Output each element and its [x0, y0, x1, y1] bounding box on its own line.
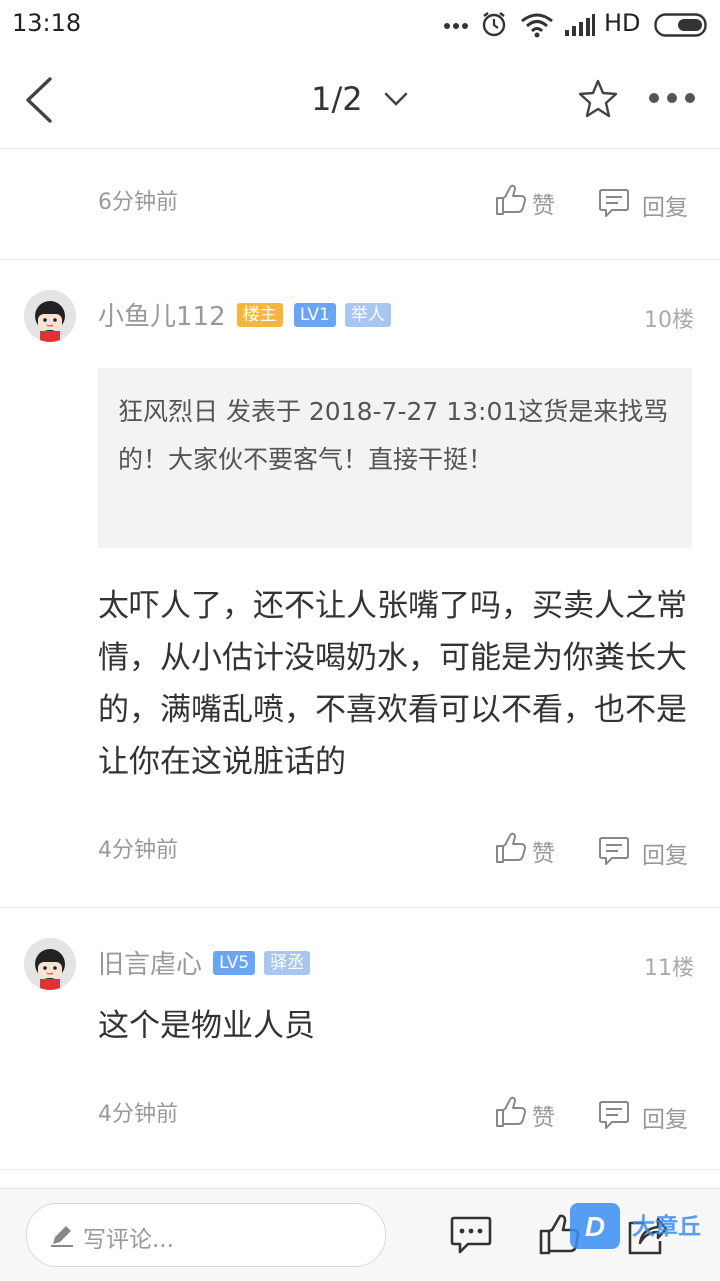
- thumbs-up-icon[interactable]: [494, 832, 526, 864]
- comment-time: 4分钟前: [98, 838, 178, 863]
- comment-time: 4分钟前: [98, 1102, 178, 1127]
- level-badge: LV5: [213, 950, 256, 975]
- floor-number: 11楼: [644, 956, 694, 981]
- owner-badge: 楼主: [236, 302, 283, 327]
- reply-label[interactable]: 回复: [642, 1100, 688, 1134]
- reply-label[interactable]: 回复: [642, 836, 688, 870]
- status-time: 13:18: [12, 9, 82, 37]
- reply-icon[interactable]: [598, 834, 630, 866]
- rank-badge: 举人: [344, 302, 391, 327]
- reply-label[interactable]: 回复: [642, 188, 688, 222]
- like-label[interactable]: 赞: [532, 1098, 555, 1132]
- svg-text:D: D: [585, 1211, 605, 1242]
- comments-icon[interactable]: [450, 1215, 492, 1255]
- more-dots-icon: [444, 23, 468, 29]
- rank-badge: 驿丞: [264, 950, 311, 975]
- thumbs-up-icon[interactable]: [494, 184, 526, 216]
- bottom-comment-bar: 写评论... D 大章丘: [0, 1188, 720, 1281]
- floor-number: 10楼: [644, 308, 694, 333]
- reply-icon[interactable]: [598, 1098, 630, 1130]
- wifi-icon: [521, 13, 553, 38]
- top-nav-bar: 1/2: [0, 50, 720, 149]
- signal-icon: [565, 14, 595, 36]
- comment-time: 6分钟前: [98, 190, 178, 215]
- username[interactable]: 旧言虐心: [98, 950, 202, 980]
- battery-icon: [654, 13, 707, 37]
- star-icon[interactable]: [578, 78, 618, 118]
- avatar[interactable]: [24, 938, 76, 990]
- alarm-icon: [482, 12, 506, 37]
- status-bar: 13:18 HD: [0, 0, 720, 50]
- thumbs-up-icon[interactable]: [494, 1096, 526, 1128]
- watermark-text: 大章丘: [632, 1214, 701, 1240]
- comment-input[interactable]: 写评论...: [26, 1203, 386, 1267]
- divider: [0, 907, 720, 908]
- page-indicator: 1/2: [311, 80, 363, 118]
- comment-text: 这个是物业人员: [98, 1008, 315, 1044]
- divider: [0, 1169, 720, 1170]
- comment-text: 太吓人了，还不让人张嘴了吗，买卖人之常情，从小估计没喝奶水，可能是为你粪长大的，…: [98, 588, 687, 780]
- user-info: 小鱼儿112 楼主 LV1 举人: [98, 296, 391, 333]
- more-options-icon[interactable]: [648, 92, 696, 104]
- avatar[interactable]: [24, 290, 76, 342]
- quoted-post: 狂风烈日 发表于 2018-7-27 13:01这货是来找骂的！大家伙不要客气！…: [98, 368, 692, 548]
- user-info: 旧言虐心 LV5 驿丞: [98, 944, 311, 981]
- pencil-icon: [51, 1226, 73, 1247]
- level-badge: LV1: [293, 302, 336, 327]
- network-type: HD: [604, 9, 641, 37]
- comment-placeholder: 写评论...: [83, 1227, 174, 1253]
- like-label[interactable]: 赞: [532, 834, 555, 868]
- chevron-down-icon: [384, 92, 408, 106]
- username[interactable]: 小鱼儿112: [98, 302, 226, 332]
- reply-icon[interactable]: [598, 186, 630, 218]
- like-label[interactable]: 赞: [532, 186, 555, 220]
- divider: [0, 259, 720, 260]
- watermark-logo: D: [570, 1203, 620, 1249]
